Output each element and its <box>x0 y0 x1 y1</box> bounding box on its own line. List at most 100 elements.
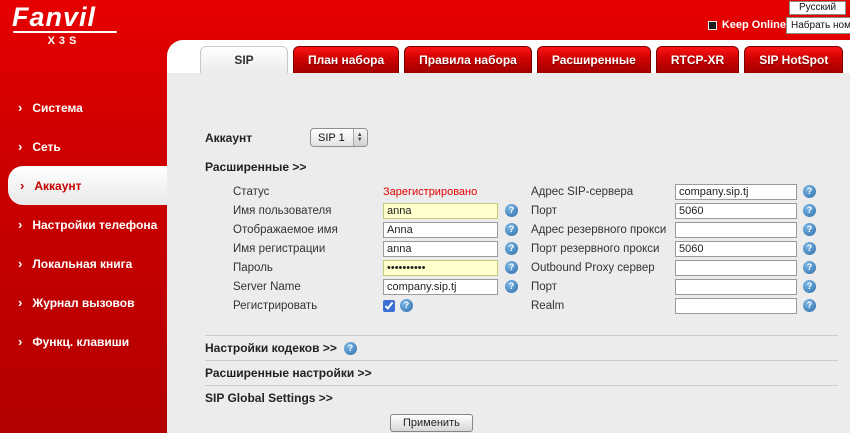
server-name-label: Server Name <box>233 281 383 293</box>
sip-server-address-input[interactable] <box>675 184 797 200</box>
apply-row: Применить <box>205 413 850 432</box>
main-panel: SIPПлан набораПравила набораРасширенныеR… <box>167 40 850 433</box>
account-label: Аккаунт <box>205 131 310 145</box>
sidebar-item-label: Настройки телефона <box>32 218 157 232</box>
section-basic-title[interactable]: Расширенные >> <box>205 160 850 174</box>
tab[interactable]: Расширенные <box>537 46 651 73</box>
help-icon[interactable]: ? <box>505 204 518 217</box>
outbound-proxy-port-input[interactable] <box>675 279 797 295</box>
chevron-right-icon: › <box>20 179 24 192</box>
sidebar: Fanvil X3S › Система › Сеть › Аккаунт › Настрой… <box>0 0 167 433</box>
help-icon[interactable]: ? <box>803 242 816 255</box>
help-icon[interactable]: ? <box>400 299 413 312</box>
chevron-right-icon: › <box>18 140 22 153</box>
outbound-proxy-server-label: Outbound Proxy сервер <box>531 262 675 274</box>
username-label: Имя пользователя <box>233 205 383 217</box>
account-select[interactable]: SIP 1 ▲▼ <box>310 128 368 147</box>
server-port-input[interactable] <box>675 203 797 219</box>
backup-proxy-address-label: Адрес резервного прокси <box>531 224 675 236</box>
fanvil-logo: Fanvil X3S <box>12 3 117 47</box>
help-icon[interactable]: ? <box>803 223 816 236</box>
dial-number-input[interactable]: Набрать ном <box>786 17 850 34</box>
sidebar-item[interactable]: › Журнал вызовов <box>0 283 167 322</box>
password-label: Пароль <box>233 262 383 274</box>
help-icon[interactable]: ? <box>344 342 357 355</box>
language-select[interactable]: Русский <box>789 1 846 15</box>
keep-online-label: Keep Online <box>722 19 786 31</box>
section-title[interactable]: SIP Global Settings >> <box>205 391 333 405</box>
sidebar-item-label: Функц. клавиши <box>32 335 129 349</box>
fanvil-web-ui: Fanvil X3S › Система › Сеть › Аккаунт › Настрой… <box>0 0 850 433</box>
register-name-label: Имя регистрации <box>233 243 383 255</box>
sidebar-item[interactable]: › Сеть <box>0 127 167 166</box>
keep-online-checkbox[interactable] <box>708 21 717 30</box>
help-icon[interactable]: ? <box>505 261 518 274</box>
tab[interactable]: RTCP-XR <box>656 46 739 73</box>
tab-bar: SIPПлан набораПравила набораРасширенныеR… <box>200 46 843 73</box>
help-icon[interactable]: ? <box>505 280 518 293</box>
chevron-right-icon: › <box>18 296 22 309</box>
sidebar-item-label: Система <box>32 101 83 115</box>
register-label: Регистрировать <box>233 300 383 312</box>
sidebar-item-label: Сеть <box>32 140 60 154</box>
section-title[interactable]: Расширенные настройки >> <box>205 366 372 380</box>
top-bar: Русский Keep Online Набрать ном <box>167 0 850 40</box>
section-title[interactable]: Настройки кодеков >> <box>205 341 337 355</box>
sip-server-address-label: Адрес SIP-сервера <box>531 186 675 198</box>
section-row: SIP Global Settings >> <box>205 385 838 410</box>
fanvil-logo-text: Fanvil <box>12 3 117 31</box>
apply-button[interactable]: Применить <box>390 414 473 432</box>
sidebar-menu: › Система › Сеть › Аккаунт › Настройки телефона… <box>0 88 167 361</box>
phone-model-label: X3S <box>12 35 116 47</box>
backup-proxy-address-input[interactable] <box>675 222 797 238</box>
sidebar-item[interactable]: › Аккаунт <box>8 166 167 205</box>
display-name-input[interactable] <box>383 222 498 238</box>
sidebar-item[interactable]: › Настройки телефона <box>0 205 167 244</box>
chevron-right-icon: › <box>18 257 22 270</box>
help-icon[interactable]: ? <box>505 242 518 255</box>
outbound-proxy-server-input[interactable] <box>675 260 797 276</box>
help-icon[interactable]: ? <box>803 280 816 293</box>
outbound-proxy-port-label: Порт <box>531 281 675 293</box>
chevron-right-icon: › <box>18 218 22 231</box>
collapsed-sections: Настройки кодеков >>? Расширенные настрой… <box>205 335 838 410</box>
password-input[interactable] <box>383 260 498 276</box>
sidebar-item-label: Журнал вызовов <box>32 296 134 310</box>
username-input[interactable] <box>383 203 498 219</box>
help-icon[interactable]: ? <box>803 299 816 312</box>
sidebar-item[interactable]: › Локальная книга <box>0 244 167 283</box>
status-label: Статус <box>233 186 383 198</box>
account-row: Аккаунт SIP 1 ▲▼ <box>205 128 850 147</box>
display-name-label: Отображаемое имя <box>233 224 383 236</box>
server-port-label: Порт <box>531 205 675 217</box>
tab[interactable]: План набора <box>293 46 399 73</box>
register-name-input[interactable] <box>383 241 498 257</box>
sidebar-item[interactable]: › Функц. клавиши <box>0 322 167 361</box>
realm-label: Realm <box>531 300 675 312</box>
chevron-right-icon: › <box>18 101 22 114</box>
backup-proxy-port-label: Порт резервного прокси <box>531 243 675 255</box>
sidebar-item-label: Локальная книга <box>32 257 132 271</box>
realm-input[interactable] <box>675 298 797 314</box>
backup-proxy-port-input[interactable] <box>675 241 797 257</box>
help-icon[interactable]: ? <box>505 223 518 236</box>
section-row: Настройки кодеков >>? <box>205 335 838 360</box>
account-select-value: SIP 1 <box>311 132 353 144</box>
server-name-input[interactable] <box>383 279 498 295</box>
sidebar-item[interactable]: › Система <box>0 88 167 127</box>
sidebar-item-label: Аккаунт <box>34 179 81 193</box>
content-panel: Аккаунт SIP 1 ▲▼ Расширенные >> СтатусЗа… <box>167 73 850 433</box>
tab[interactable]: SIP <box>200 46 288 73</box>
select-arrows-icon: ▲▼ <box>353 129 366 146</box>
help-icon[interactable]: ? <box>803 204 816 217</box>
register-checkbox[interactable] <box>383 300 395 312</box>
chevron-right-icon: › <box>18 335 22 348</box>
section-row: Расширенные настройки >> <box>205 360 838 385</box>
tab[interactable]: Правила набора <box>404 46 532 73</box>
status-value: Зарегистрировано <box>383 186 477 198</box>
help-icon[interactable]: ? <box>803 185 816 198</box>
sip-form: СтатусЗарегистрировано Адрес SIP-сервера?… <box>233 182 850 315</box>
tab[interactable]: SIP HotSpot <box>744 46 843 73</box>
help-icon[interactable]: ? <box>803 261 816 274</box>
keep-online-group: Keep Online <box>708 19 786 31</box>
